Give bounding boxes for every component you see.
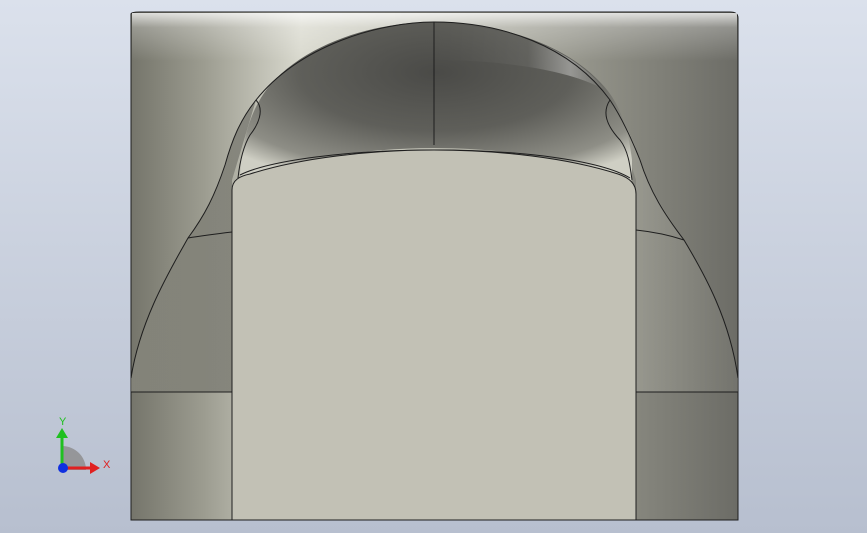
x-axis-arrowhead xyxy=(90,462,100,474)
y-axis-arrowhead xyxy=(56,428,68,438)
z-axis-dot xyxy=(58,463,68,473)
y-axis-label: Y xyxy=(59,416,67,428)
x-axis-label: X xyxy=(103,459,111,471)
inner-planar-face[interactable] xyxy=(231,149,637,521)
axis-triad: Y X xyxy=(56,416,111,474)
model-view[interactable] xyxy=(0,0,867,533)
3d-viewport[interactable]: Y X xyxy=(0,0,867,533)
